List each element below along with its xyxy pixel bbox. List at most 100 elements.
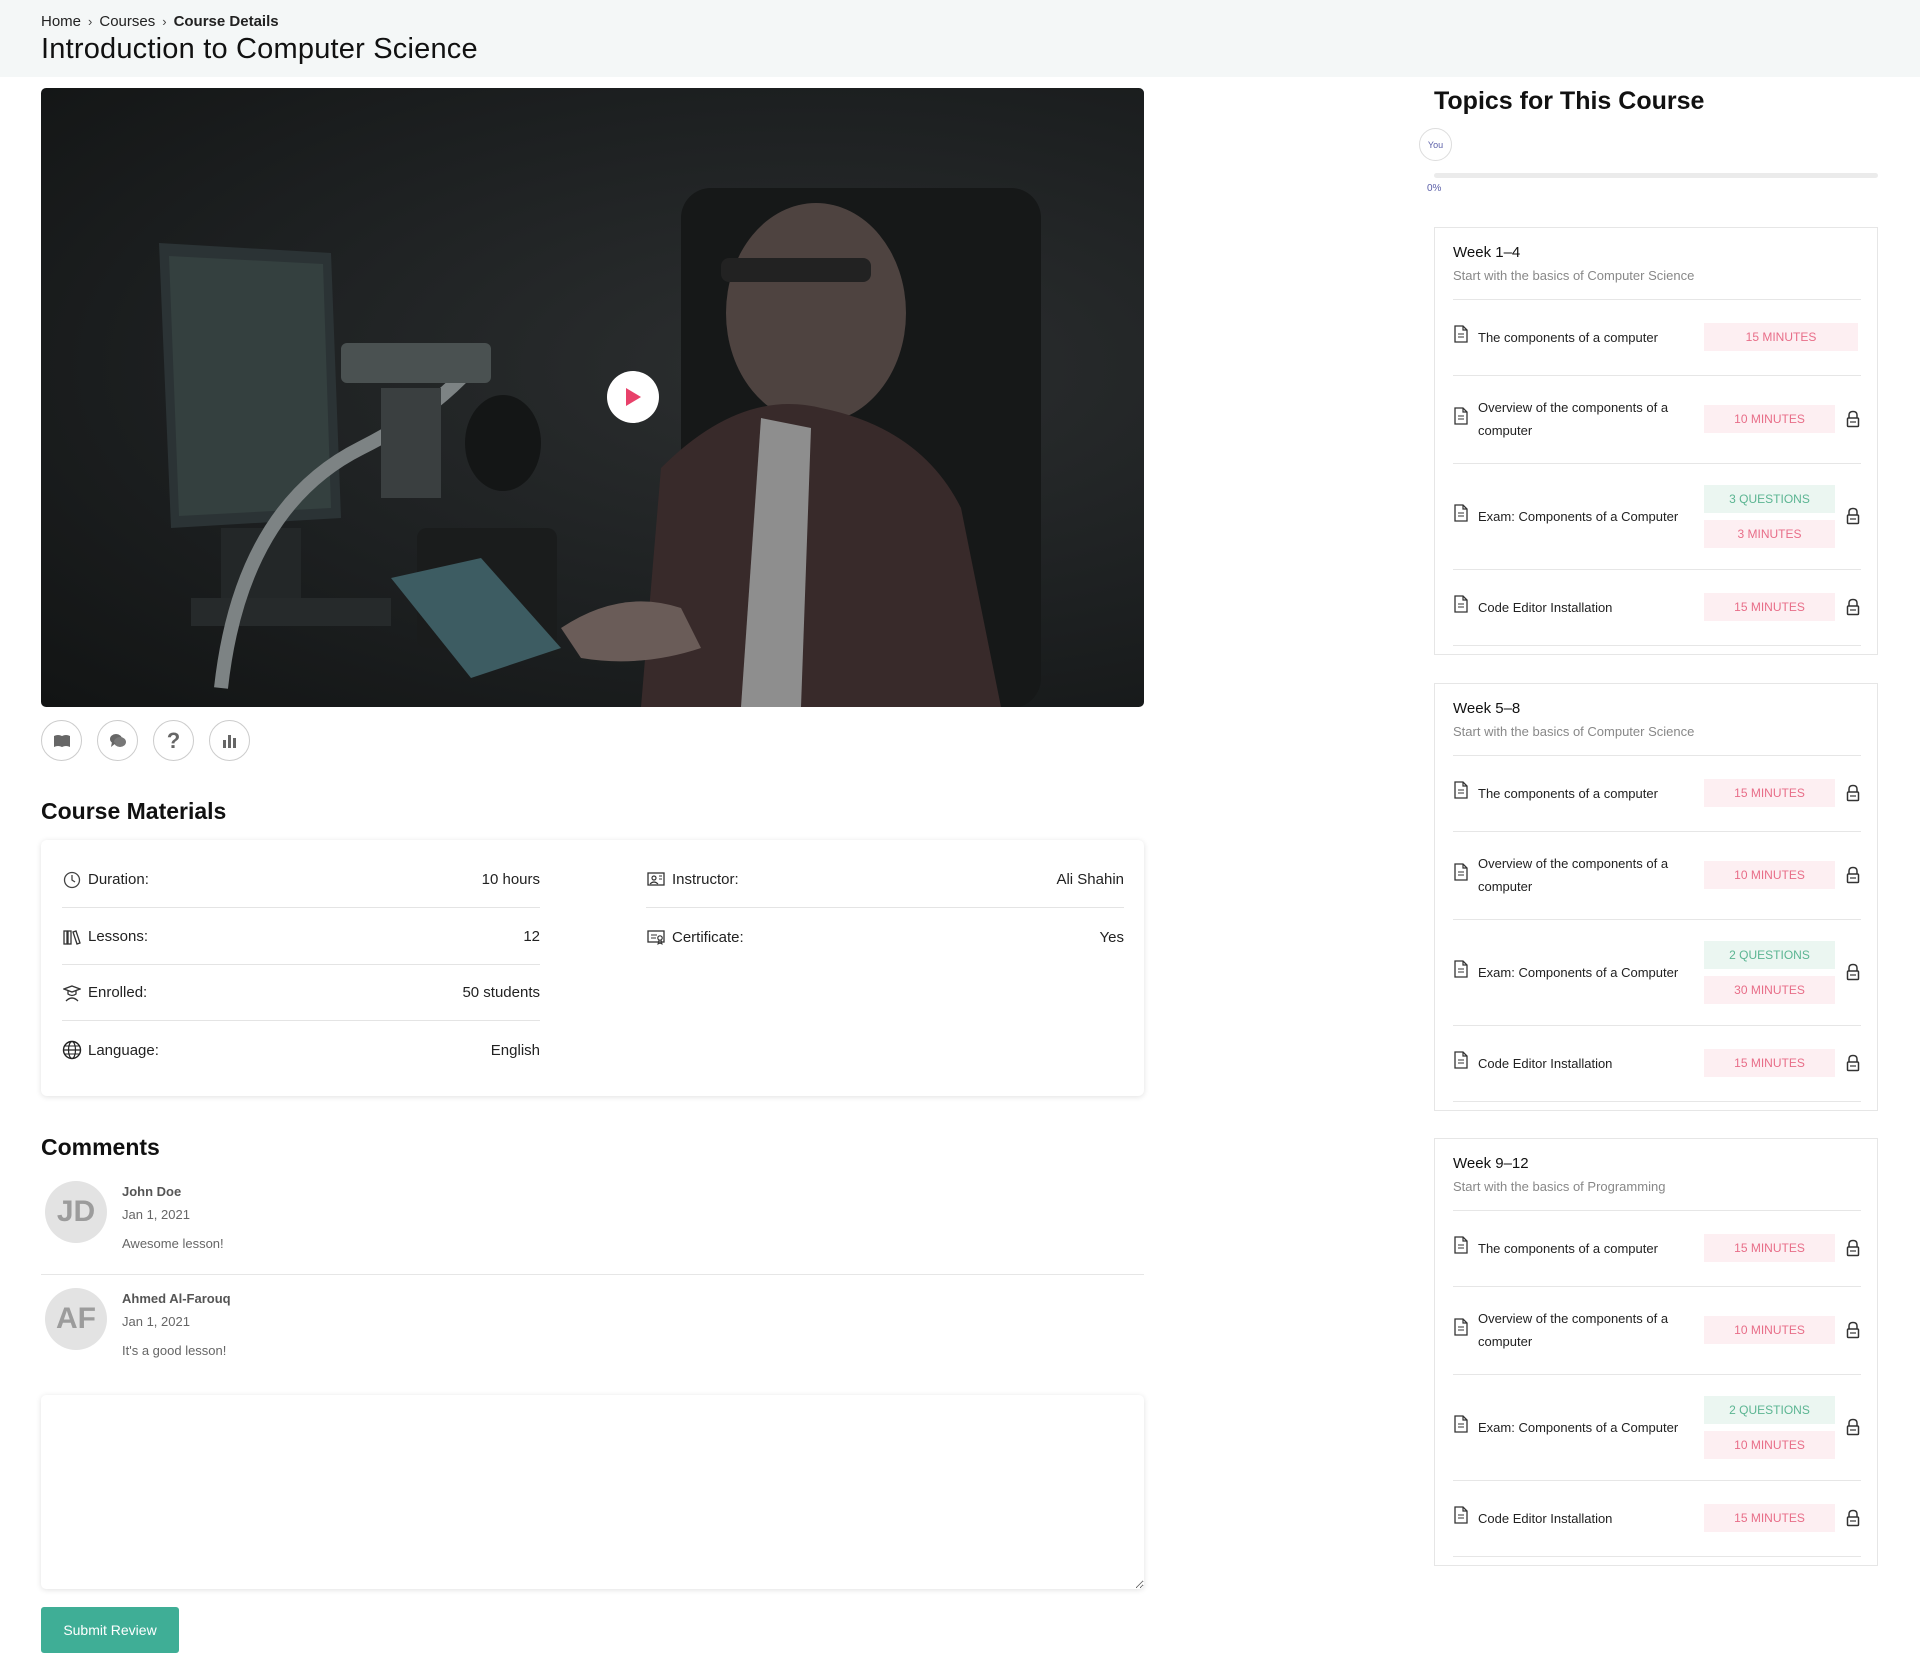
- questions-badge: 2 QUESTIONS: [1704, 1395, 1835, 1424]
- document-icon: [1453, 595, 1469, 613]
- document-icon: [1453, 960, 1469, 978]
- document-icon: [1453, 1236, 1469, 1254]
- lesson-item[interactable]: Overview of the components of a computer…: [1453, 1286, 1861, 1374]
- comment-date: Jan 1, 2021: [122, 1314, 190, 1329]
- instructor-icon: [646, 870, 666, 890]
- video-player[interactable]: [41, 88, 1144, 707]
- lesson-title: The components of a computer: [1478, 785, 1658, 801]
- document-icon: [1453, 1318, 1469, 1336]
- duration-badge: 10 MINUTES: [1704, 1430, 1835, 1459]
- material-value: Ali Shahin: [1056, 871, 1124, 888]
- week-subtitle: Start with the basics of Computer Scienc…: [1453, 268, 1695, 283]
- lock-icon: [1845, 963, 1861, 981]
- material-certificate: Certificate: Yes: [646, 909, 1124, 965]
- lock-icon: [1845, 1418, 1861, 1436]
- material-value: 12: [523, 928, 540, 945]
- books-icon: [62, 927, 82, 947]
- document-icon: [1453, 781, 1469, 799]
- divider: [1453, 1101, 1861, 1102]
- week-subtitle: Start with the basics of Programming: [1453, 1179, 1666, 1194]
- divider: [1453, 1556, 1861, 1557]
- lesson-item[interactable]: Overview of the components of a computer…: [1453, 375, 1861, 463]
- week-title: Week 9–12: [1453, 1155, 1529, 1172]
- lesson-item[interactable]: Code Editor Installation 15 MINUTES: [1453, 569, 1861, 645]
- material-label: Instructor:: [672, 871, 739, 888]
- comment-text: Awesome lesson!: [122, 1236, 224, 1251]
- lesson-title: The components of a computer: [1478, 329, 1658, 345]
- week-card: Week 1–4 Start with the basics of Compute…: [1434, 227, 1878, 655]
- chart-icon[interactable]: [209, 720, 250, 761]
- lesson-item[interactable]: Exam: Components of a Computer 3 QUESTION…: [1453, 463, 1861, 569]
- document-icon: [1453, 504, 1469, 522]
- lesson-title: Exam: Components of a Computer: [1478, 1419, 1679, 1435]
- comment-date: Jan 1, 2021: [122, 1207, 190, 1222]
- lesson-item[interactable]: The components of a computer 15 MINUTES: [1453, 1210, 1861, 1286]
- comment-divider: [41, 1274, 1144, 1275]
- lock-icon: [1845, 507, 1861, 525]
- duration-badge: 10 MINUTES: [1704, 861, 1835, 889]
- chat-icon[interactable]: [97, 720, 138, 761]
- breadcrumb-courses[interactable]: Courses: [99, 13, 155, 30]
- week-title: Week 1–4: [1453, 244, 1521, 261]
- lesson-item[interactable]: Exam: Components of a Computer 2 QUESTION…: [1453, 1374, 1861, 1480]
- duration-badge: 10 MINUTES: [1704, 1316, 1835, 1344]
- material-value: Yes: [1099, 928, 1124, 946]
- avatar: JD: [45, 1181, 107, 1243]
- review-textarea[interactable]: [41, 1395, 1144, 1589]
- duration-badge: 3 MINUTES: [1704, 519, 1835, 548]
- lesson-item[interactable]: Code Editor Installation 15 MINUTES: [1453, 1025, 1861, 1101]
- duration-badge: 10 MINUTES: [1704, 405, 1835, 433]
- play-button[interactable]: [607, 371, 659, 423]
- comment-item: JD John Doe Jan 1, 2021 Awesome lesson!: [41, 1181, 1144, 1271]
- page-header: Home › Courses › Course Details Introduc…: [0, 0, 1920, 77]
- lock-icon: [1845, 410, 1861, 428]
- breadcrumb-home[interactable]: Home: [41, 13, 81, 30]
- lesson-title: Overview of the components of a computer: [1478, 400, 1669, 438]
- chevron-right-icon: ›: [88, 14, 93, 29]
- lesson-item[interactable]: Code Editor Installation 15 MINUTES: [1453, 1480, 1861, 1556]
- week-card: Week 5–8 Start with the basics of Compute…: [1434, 683, 1878, 1111]
- play-icon: [626, 388, 641, 406]
- duration-badge: 15 MINUTES: [1704, 323, 1858, 351]
- document-icon: [1453, 407, 1469, 425]
- lesson-item[interactable]: Exam: Components of a Computer 2 QUESTION…: [1453, 919, 1861, 1025]
- question-icon[interactable]: ?: [153, 720, 194, 761]
- submit-review-button[interactable]: Submit Review: [41, 1607, 179, 1653]
- duration-badge: 15 MINUTES: [1704, 779, 1835, 807]
- lock-icon: [1845, 866, 1861, 884]
- document-icon: [1453, 1506, 1469, 1524]
- document-icon: [1453, 1415, 1469, 1433]
- comment-text: It's a good lesson!: [122, 1343, 227, 1358]
- divider: [1453, 645, 1861, 646]
- material-lessons: Lessons: 12: [62, 909, 540, 965]
- material-value: English: [490, 1041, 540, 1059]
- lesson-title: Exam: Components of a Computer: [1478, 508, 1679, 524]
- material-duration: Duration: 10 hours: [62, 852, 540, 908]
- video-frame: [159, 188, 1041, 707]
- video-toolbar: ?: [41, 720, 250, 761]
- questions-badge: 2 QUESTIONS: [1704, 940, 1835, 969]
- comment-author: Ahmed Al-Farouq: [122, 1291, 231, 1306]
- avatar: AF: [45, 1288, 107, 1350]
- lesson-title: The components of a computer: [1478, 1240, 1658, 1256]
- material-label: Duration:: [88, 871, 149, 888]
- page-title: Introduction to Computer Science: [41, 33, 478, 65]
- lock-icon: [1845, 1239, 1861, 1257]
- chevron-right-icon: ›: [162, 14, 167, 29]
- questions-badge: 3 QUESTIONS: [1704, 484, 1835, 513]
- comment-item: AF Ahmed Al-Farouq Jan 1, 2021 It's a go…: [41, 1288, 1144, 1378]
- lesson-item[interactable]: The components of a computer 15 MINUTES: [1453, 299, 1861, 375]
- material-label: Enrolled:: [88, 984, 148, 1001]
- week-subtitle: Start with the basics of Computer Scienc…: [1453, 724, 1695, 739]
- lesson-item[interactable]: Overview of the components of a computer…: [1453, 831, 1861, 919]
- lesson-title: Overview of the components of a computer: [1478, 1311, 1669, 1349]
- lesson-item[interactable]: The components of a computer 15 MINUTES: [1453, 755, 1861, 831]
- lesson-title: Code Editor Installation: [1478, 1510, 1613, 1526]
- material-instructor: Instructor: Ali Shahin: [646, 852, 1124, 908]
- lesson-title: Code Editor Installation: [1478, 599, 1613, 615]
- topics-heading: Topics for This Course: [1434, 87, 1705, 115]
- course-materials-heading: Course Materials: [41, 798, 227, 824]
- lock-icon: [1845, 1509, 1861, 1527]
- book-icon[interactable]: [41, 720, 82, 761]
- lesson-title: Overview of the components of a computer: [1478, 856, 1669, 894]
